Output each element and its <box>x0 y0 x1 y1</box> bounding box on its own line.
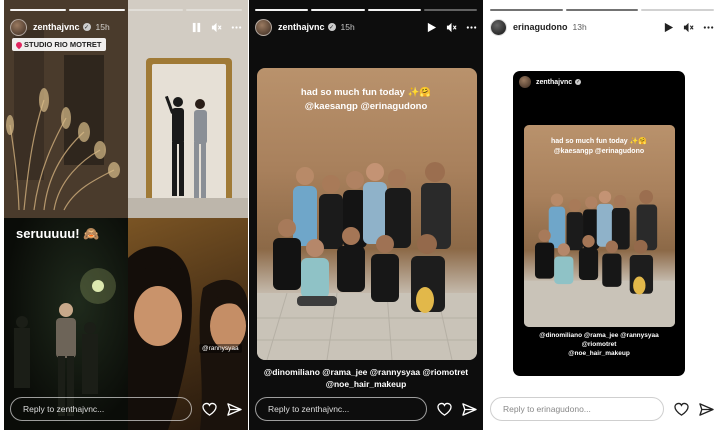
reply-input[interactable]: Reply to zenthajvnc... <box>255 397 427 421</box>
progress-segment <box>423 9 477 11</box>
play-icon[interactable] <box>663 22 674 33</box>
heart-icon[interactable] <box>673 401 689 417</box>
mute-icon[interactable] <box>446 22 457 33</box>
verified-badge-icon: ✓ <box>575 79 582 85</box>
story-caption: seruuuuu! 🙈 <box>16 226 100 241</box>
post-time: 15h <box>95 22 110 32</box>
caption-mentions[interactable]: @kaesangp @erinagudono <box>249 100 483 114</box>
progress-segment <box>10 9 66 11</box>
caption-line: had so much fun today ✨🤗 <box>551 138 647 145</box>
story-header: zenthajvnc ✓ 15h <box>10 16 242 38</box>
progress-segment <box>127 9 184 11</box>
progress-segment <box>490 9 563 11</box>
avatar[interactable] <box>519 76 531 88</box>
verified-badge-icon: ✓ <box>327 23 336 31</box>
avatar[interactable] <box>10 18 27 36</box>
reply-input[interactable]: Reply to erinagudono... <box>490 397 664 421</box>
avatar[interactable] <box>255 18 272 36</box>
send-icon[interactable] <box>461 401 477 417</box>
story-footer: Reply to erinagudono... <box>490 396 714 422</box>
heart-icon[interactable] <box>201 401 217 417</box>
username[interactable]: zenthajvnc <box>33 22 80 32</box>
story-header: zenthajvnc ✓ 15h <box>255 16 477 38</box>
story-progress-bar <box>10 9 242 11</box>
progress-segment <box>255 9 309 11</box>
story-panel-3[interactable]: erinagudono 13h zenthajvnc ✓ had so much… <box>484 0 720 430</box>
verified-badge-icon: ✓ <box>82 23 91 31</box>
location-sticker[interactable]: STUDIO RIO MOTRET <box>12 38 106 51</box>
progress-segment <box>565 9 639 11</box>
story-footer: Reply to zenthajvnc... <box>10 396 242 422</box>
caption-line: had so much fun today ✨🤗 <box>300 87 432 98</box>
repost-username[interactable]: zenthajvnc <box>536 79 572 86</box>
story-caption: had so much fun today ✨🤗 @kaesangp @erin… <box>249 86 483 114</box>
send-icon[interactable] <box>226 401 242 417</box>
story-progress-bar <box>255 9 477 11</box>
mention-tags-line[interactable]: @noe_hair_makeup <box>257 378 475 390</box>
mention-tags[interactable]: @dinomiliano @rama_jee @rannysyaa @riomo… <box>257 366 475 390</box>
mention-tags-line[interactable]: @dinomiliano @rama_jee @rannysyaa @riomo… <box>257 366 475 378</box>
repost-header: zenthajvnc ✓ <box>519 76 582 88</box>
play-icon[interactable] <box>426 22 437 33</box>
post-time: 13h <box>572 22 587 32</box>
location-pin-icon <box>14 40 24 49</box>
more-icon[interactable] <box>703 22 714 33</box>
story-caption: had so much fun today ✨🤗 @kaesangp @erin… <box>513 137 685 157</box>
progress-segment <box>311 9 365 11</box>
progress-segment <box>186 9 242 11</box>
story-progress-bar <box>490 9 715 11</box>
location-label: STUDIO RIO MOTRET <box>24 40 102 49</box>
progress-segment <box>641 9 715 11</box>
story-panel-2[interactable]: zenthajvnc ✓ 15h had so much fun today ✨… <box>249 0 483 430</box>
progress-segment <box>367 9 421 11</box>
story-panel-1[interactable]: zenthajvnc ✓ 15h STUDIO RIO MOTRET seruu… <box>4 0 248 430</box>
caption-mentions[interactable]: @kaesangp @erinagudono <box>513 147 685 157</box>
story-footer: Reply to zenthajvnc... <box>255 396 477 422</box>
reposted-story-card[interactable]: zenthajvnc ✓ had so much fun today ✨🤗 @k… <box>513 71 685 376</box>
username[interactable]: erinagudono <box>513 22 568 32</box>
pause-icon[interactable] <box>191 22 202 33</box>
send-icon[interactable] <box>698 401 714 417</box>
avatar[interactable] <box>490 18 507 36</box>
mute-icon[interactable] <box>683 22 694 33</box>
progress-segment <box>68 9 125 11</box>
mention-tags-line[interactable]: @dinomiliano @rama_jee @rannysyaa @riomo… <box>521 331 677 349</box>
mention-sticker[interactable]: @rannysyaa <box>199 344 242 353</box>
reply-input[interactable]: Reply to zenthajvnc... <box>10 397 192 421</box>
story-header: erinagudono 13h <box>490 16 714 38</box>
mute-icon[interactable] <box>211 22 222 33</box>
heart-icon[interactable] <box>436 401 452 417</box>
post-time: 15h <box>340 22 355 32</box>
username[interactable]: zenthajvnc <box>278 22 325 32</box>
more-icon[interactable] <box>231 22 242 33</box>
more-icon[interactable] <box>466 22 477 33</box>
mention-tags-line[interactable]: @noe_hair_makeup <box>521 349 677 358</box>
mention-tags[interactable]: @dinomiliano @rama_jee @rannysyaa @riomo… <box>521 331 677 358</box>
